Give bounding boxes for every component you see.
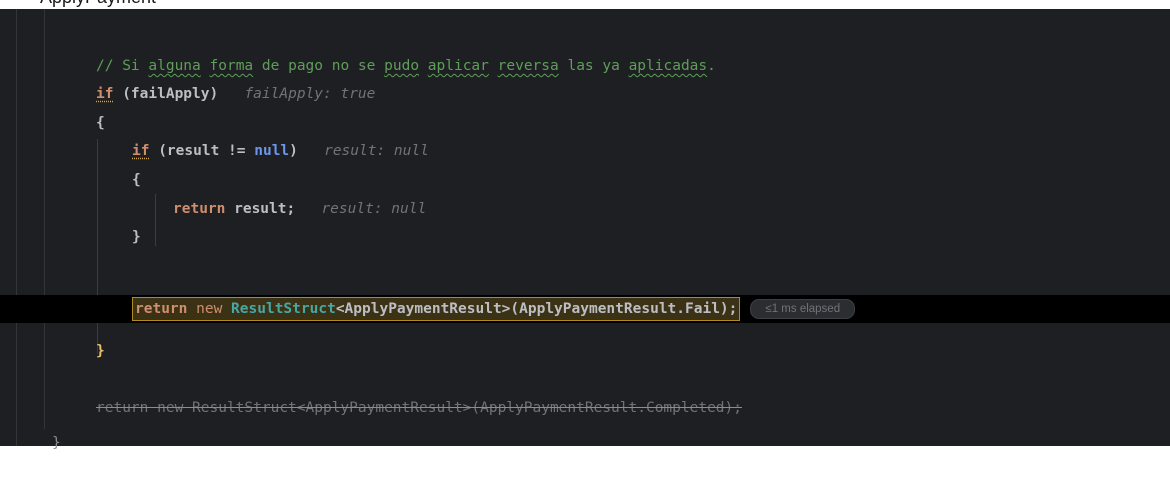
code-line-brace[interactable]: } [0,223,1170,251]
code-statement: if (result != null) result: null [132,143,429,159]
method-close-brace: } [52,435,61,451]
close-brace: } [132,229,141,245]
inline-value-hint: result: null [324,143,429,159]
code-statement: if (failApply) failApply: true [96,86,376,102]
code-statement: return result; result: null [173,201,427,217]
elapsed-time-badge: ≤1 ms elapsed [750,299,856,319]
keyword-new: new [187,301,232,317]
window-title-text: ApplyPayment [40,0,156,8]
inline-value-hint: failApply: true [244,86,376,102]
keyword-null: null [254,143,290,159]
execution-point-highlight[interactable]: return new ResultStruct<ApplyPaymentResu… [132,297,741,321]
code-line-if-failapply[interactable]: if (failApply) failApply: true [0,80,1170,108]
close-brace: } [96,343,105,359]
keyword-return: return [173,201,226,217]
code-line-if-result[interactable]: if (result != null) result: null [0,137,1170,165]
open-brace: { [96,115,105,131]
code-editor[interactable]: // Si alguna forma de pago no se pudo ap… [0,9,1170,450]
code-line-brace[interactable]: { [0,166,1170,194]
inline-value-hint: result: null [321,201,427,217]
code-statement: return new ResultStruct<ApplyPaymentResu… [132,295,856,323]
code-line-brace[interactable]: { [0,109,1170,137]
unreachable-statement: return new ResultStruct<ApplyPaymentResu… [96,400,743,416]
code-line-comment[interactable]: // Si alguna forma de pago no se pudo ap… [0,52,1170,80]
open-brace: { [132,172,141,188]
keyword-if: if [132,143,150,159]
class-name: ResultStruct [231,301,336,317]
window-title-strip: ApplyPayment [0,0,1170,9]
code-line-unreachable[interactable]: return new ResultStruct<ApplyPaymentResu… [0,394,1170,422]
keyword-return: return [135,301,188,317]
comment-text: // Si alguna forma de pago no se pudo ap… [96,58,716,74]
code-line-return-result[interactable]: return result; result: null [0,195,1170,223]
code-line-current-execution[interactable]: return new ResultStruct<ApplyPaymentResu… [0,295,1170,323]
code-line-brace[interactable]: } [0,337,1170,365]
keyword-if: if [96,86,114,102]
